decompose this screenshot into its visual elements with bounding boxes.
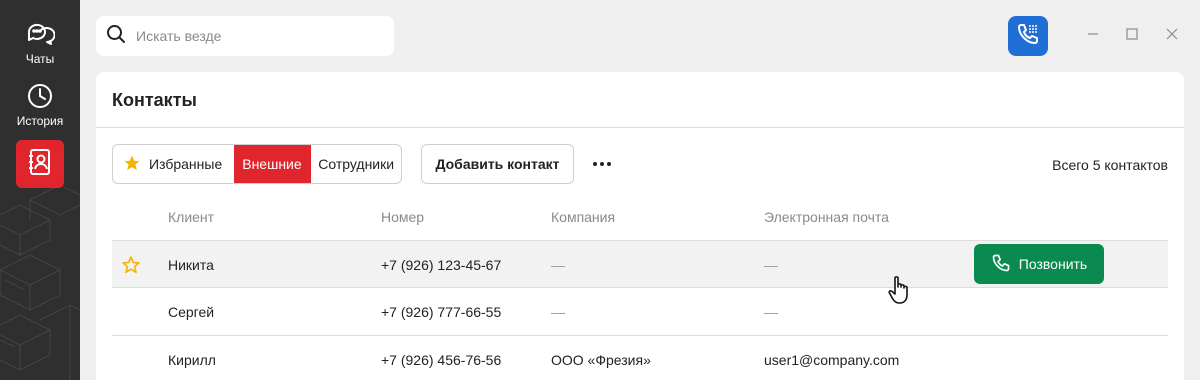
column-header-company[interactable]: Компания [551, 209, 615, 225]
maximize-button[interactable] [1124, 28, 1140, 44]
more-horizontal-icon[interactable] [586, 154, 618, 174]
client-name: Кирилл [168, 351, 216, 368]
isometric-boxes-decoration [0, 184, 80, 380]
close-icon [1166, 27, 1178, 45]
search-bar[interactable] [96, 16, 394, 56]
table-row[interactable]: Никита +7 (926) 123-45-67 — — Позвонить [112, 240, 1168, 288]
page-title: Контакты [112, 90, 197, 110]
sidebar: Чаты История [0, 0, 80, 380]
favorite-star-icon[interactable] [121, 255, 141, 275]
contacts-book-icon [27, 148, 53, 181]
star-icon [123, 154, 149, 175]
table-row[interactable]: Кирилл +7 (926) 456-76-56 ООО «Фрезия» u… [112, 336, 1168, 380]
column-header-client[interactable]: Клиент [168, 209, 214, 225]
chat-bubbles-icon [0, 18, 80, 48]
company-name: ООО «Фрезия» [551, 351, 651, 368]
phone-keypad-icon [1016, 22, 1040, 51]
call-button-label: Позвонить [1018, 256, 1088, 272]
tab-label: Избранные [149, 156, 223, 172]
sidebar-item-label: История [16, 114, 64, 128]
tab-employees[interactable]: Сотрудники [311, 145, 401, 183]
close-button[interactable] [1164, 28, 1180, 44]
email: user1@company.com [764, 351, 900, 368]
phone-app-button[interactable] [1008, 16, 1048, 56]
maximize-icon [1126, 27, 1138, 45]
sidebar-item-label: Чаты [25, 52, 55, 66]
contacts-count: Всего 5 контактов [1052, 157, 1168, 173]
add-contact-button[interactable]: Добавить контакт [421, 144, 574, 184]
minimize-button[interactable] [1085, 28, 1101, 44]
sidebar-item-contacts[interactable] [16, 140, 64, 188]
phone-number: +7 (926) 777-66-55 [381, 303, 502, 320]
phone-icon [991, 253, 1011, 276]
contacts-panel: Контакты Избранные Внешние Сотрудники До… [96, 72, 1184, 380]
client-name: Никита [168, 256, 214, 273]
sidebar-item-history[interactable]: История [0, 82, 80, 128]
tab-external[interactable]: Внешние [234, 145, 312, 183]
hand-cursor-icon [888, 276, 908, 304]
divider [96, 127, 1184, 128]
call-button[interactable]: Позвонить [974, 244, 1104, 284]
company-name: — [551, 303, 565, 320]
phone-number: +7 (926) 456-76-56 [381, 351, 502, 368]
column-header-number[interactable]: Номер [381, 209, 424, 225]
search-icon [106, 24, 126, 49]
sidebar-item-chats[interactable]: Чаты [0, 18, 80, 66]
tab-favorites[interactable]: Избранные [113, 145, 234, 183]
tab-label: Сотрудники [318, 156, 395, 172]
table-row[interactable]: Сергей +7 (926) 777-66-55 — — [112, 288, 1168, 336]
email: — [764, 256, 778, 273]
minimize-icon [1087, 27, 1099, 45]
column-header-email[interactable]: Электронная почта [764, 209, 889, 225]
company-name: — [551, 256, 565, 273]
contact-filter-tabs: Избранные Внешние Сотрудники [112, 144, 403, 184]
phone-number: +7 (926) 123-45-67 [381, 256, 502, 273]
email: — [764, 303, 778, 320]
client-name: Сергей [168, 303, 215, 320]
tab-label: Внешние [242, 156, 302, 172]
search-input[interactable] [136, 28, 376, 44]
clock-icon [0, 82, 80, 110]
